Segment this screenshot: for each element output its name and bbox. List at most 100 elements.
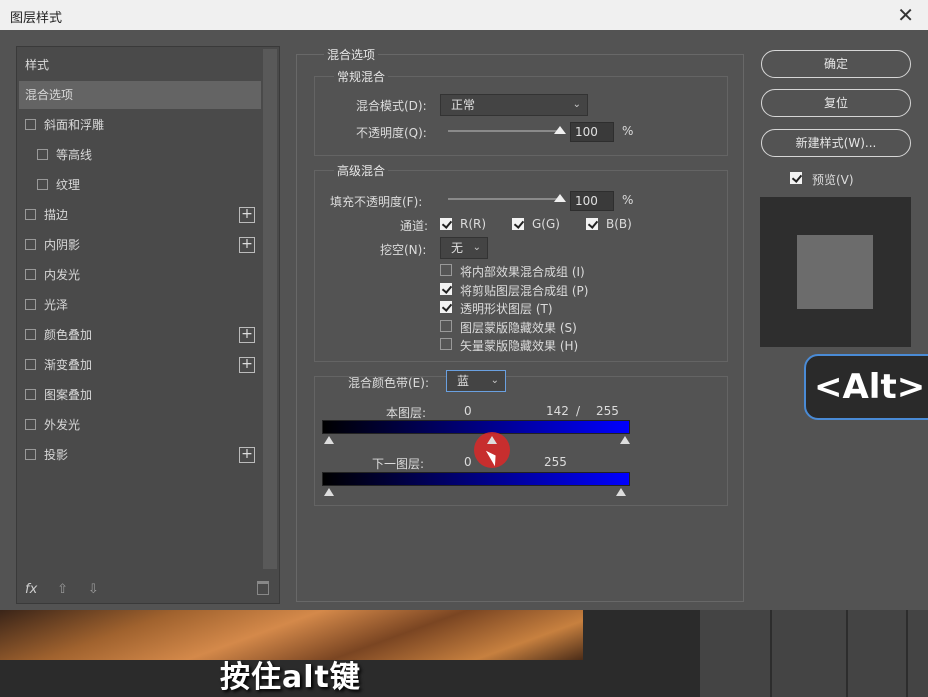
ok-button[interactable]: 确定 — [761, 50, 911, 78]
style-checkbox[interactable] — [37, 179, 48, 190]
advanced-option-checkbox[interactable] — [440, 319, 452, 332]
underlying-layer-white-slider[interactable] — [616, 488, 626, 496]
style-checkbox[interactable] — [25, 449, 36, 460]
trash-icon[interactable] — [257, 581, 269, 595]
style-list-item-label: 内阴影 — [44, 238, 81, 252]
this-layer-white-slider-right[interactable] — [620, 436, 630, 444]
advanced-option-checkbox[interactable] — [440, 338, 452, 350]
channel-r-checkbox[interactable] — [440, 218, 452, 230]
blend-options-title: 混合选项 — [324, 46, 379, 63]
blend-if-label: 混合颜色带(E): — [348, 376, 429, 390]
knockout-value: 无 — [451, 241, 464, 255]
blend-if-value: 蓝 — [457, 374, 470, 388]
opacity-label: 不透明度(Q): — [356, 126, 427, 140]
style-list-item[interactable]: 渐变叠加 + — [19, 351, 261, 379]
fx-icon[interactable]: fx — [25, 582, 37, 597]
style-list-item[interactable]: 内发光 — [19, 261, 261, 289]
styles-header: 样式 — [25, 58, 50, 72]
style-list-item[interactable]: 光泽 — [19, 291, 261, 319]
add-effect-icon[interactable]: + — [239, 207, 255, 223]
this-layer-right-value: 255 — [596, 404, 619, 418]
fill-opacity-slider[interactable] — [448, 194, 566, 202]
blend-mode-select[interactable]: 正常 ⌄ — [440, 94, 588, 116]
styles-scrollbar[interactable] — [263, 49, 277, 569]
add-effect-icon[interactable]: + — [239, 357, 255, 373]
move-up-icon[interactable]: ⇧ — [57, 582, 68, 597]
close-icon[interactable]: ✕ — [897, 3, 914, 27]
fill-opacity-label: 填充不透明度(F): — [330, 195, 423, 209]
channel-r-label: R(R) — [460, 217, 487, 231]
advanced-option-checkbox[interactable] — [440, 264, 452, 276]
style-list-item-label: 渐变叠加 — [44, 358, 93, 372]
style-list-item[interactable]: 描边 + — [19, 201, 261, 229]
move-down-icon[interactable]: ⇩ — [88, 582, 99, 597]
style-list-item[interactable]: 颜色叠加 + — [19, 321, 261, 349]
advanced-option-checkbox[interactable] — [440, 301, 452, 313]
underlying-layer-black-slider[interactable] — [324, 488, 334, 496]
video-subtitle: 按住alt键 — [220, 660, 361, 695]
style-checkbox[interactable] — [25, 329, 36, 340]
style-list-item[interactable]: 投影 + — [19, 441, 261, 469]
style-checkbox[interactable] — [25, 299, 36, 310]
blend-mode-value: 正常 — [451, 98, 476, 112]
fill-opacity-percent: % — [622, 193, 634, 207]
style-list-item[interactable]: 图案叠加 — [19, 381, 261, 409]
style-list-item-label: 等高线 — [56, 148, 93, 162]
style-checkbox[interactable] — [25, 239, 36, 250]
style-list-item[interactable]: 内阴影 + — [19, 231, 261, 259]
style-list-item[interactable]: 外发光 — [19, 411, 261, 439]
style-checkbox[interactable] — [25, 419, 36, 430]
general-blending-group — [314, 76, 728, 156]
workspace-right-panel — [700, 610, 928, 697]
style-checkbox[interactable] — [25, 209, 36, 220]
style-checkbox[interactable] — [25, 389, 36, 400]
advanced-option-label: 透明形状图层 (T) — [460, 302, 553, 316]
blend-if-select[interactable]: 蓝 ⌄ — [446, 370, 506, 392]
fill-opacity-input[interactable]: 100 — [570, 191, 614, 211]
this-layer-label: 本图层: — [386, 406, 427, 420]
this-layer-white-slider-split[interactable] — [487, 436, 497, 444]
advanced-option-checkbox[interactable] — [440, 282, 452, 295]
title-bar: 图层样式 ✕ — [0, 0, 928, 30]
advanced-option-label: 图层蒙版隐藏效果 (S) — [460, 320, 577, 335]
blend-if-group — [314, 376, 728, 506]
opacity-slider-thumb[interactable] — [554, 126, 566, 134]
add-effect-icon[interactable]: + — [239, 237, 255, 253]
style-list-item[interactable]: 混合选项 — [19, 81, 261, 109]
general-blending-title: 常规混合 — [334, 68, 389, 85]
style-list-item-label: 内发光 — [44, 268, 81, 282]
channel-b-checkbox[interactable] — [586, 218, 598, 230]
chevron-down-icon: ⌄ — [472, 242, 481, 253]
styles-list-panel: 样式 混合选项 斜面和浮雕等高线纹理 描边 + 内阴影 + 内发光光泽颜色叠加 + 渐变叠加 + 图… — [16, 46, 280, 604]
reset-button[interactable]: 复位 — [761, 89, 911, 117]
style-preview-swatch — [797, 235, 873, 309]
style-preview — [760, 197, 911, 347]
opacity-input[interactable]: 100 — [570, 122, 614, 142]
blend-mode-label: 混合模式(D): — [356, 99, 427, 113]
chevron-down-icon: ⌄ — [572, 99, 581, 110]
underlying-layer-gradient-bar — [322, 472, 630, 486]
new-style-button[interactable]: 新建样式(W)... — [761, 129, 911, 157]
this-layer-mid-value: 142 — [546, 404, 569, 418]
add-effect-icon[interactable]: + — [239, 447, 255, 463]
preview-checkbox[interactable] — [790, 172, 802, 184]
this-layer-black-slider[interactable] — [324, 436, 334, 444]
style-list-item[interactable]: 斜面和浮雕 — [19, 111, 261, 139]
opacity-percent: % — [622, 124, 634, 138]
channel-g-checkbox[interactable] — [512, 218, 524, 230]
style-checkbox[interactable] — [37, 149, 48, 160]
chevron-down-icon: ⌄ — [490, 375, 499, 386]
this-layer-separator: / — [576, 404, 581, 418]
style-list-item[interactable]: 纹理 — [19, 171, 261, 199]
style-checkbox[interactable] — [25, 119, 36, 130]
fill-opacity-slider-thumb[interactable] — [554, 194, 566, 202]
style-list-item[interactable]: 等高线 — [19, 141, 261, 169]
styles-footer: fx ⇧ ⇩ — [25, 582, 115, 597]
style-checkbox[interactable] — [25, 359, 36, 370]
style-list-item-label: 光泽 — [44, 298, 69, 312]
add-effect-icon[interactable]: + — [239, 327, 255, 343]
channel-b-label: B(B) — [606, 217, 632, 231]
opacity-slider[interactable] — [448, 126, 566, 134]
style-checkbox[interactable] — [25, 269, 36, 280]
knockout-select[interactable]: 无 ⌄ — [440, 237, 488, 259]
